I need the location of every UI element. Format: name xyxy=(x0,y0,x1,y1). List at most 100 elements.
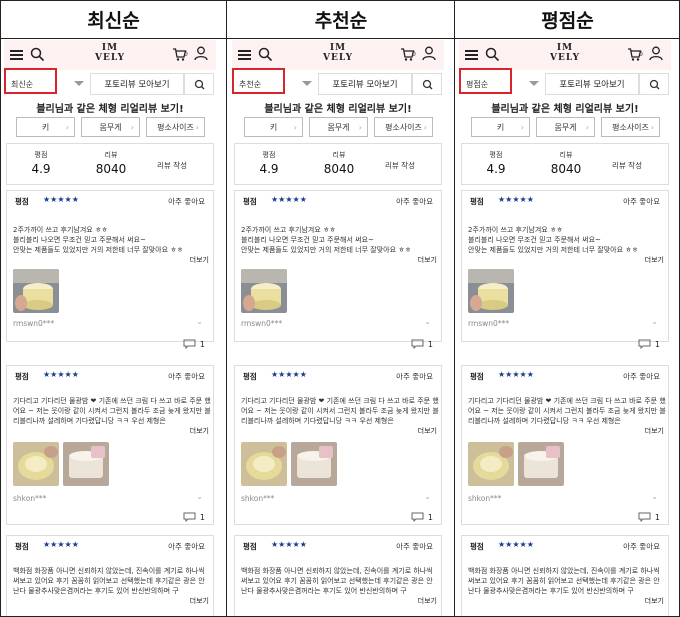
caret-down-icon[interactable] xyxy=(302,81,312,86)
filter-usual-size[interactable]: 평소사이즈 › xyxy=(601,117,660,137)
filter-weight[interactable]: 몸무게 › xyxy=(536,117,595,137)
review-photo[interactable] xyxy=(518,442,564,486)
user-icon[interactable] xyxy=(649,46,663,61)
read-more-link[interactable]: 더보기 xyxy=(190,426,209,436)
sort-row: 추천순 포토리뷰 모아보기 xyxy=(232,68,444,95)
chevron-down-icon[interactable]: ⌄ xyxy=(424,492,431,501)
body-type-banner: 블리님과 같은 체형 리얼리뷰 보기! xyxy=(264,104,412,115)
review-search-button[interactable] xyxy=(639,73,669,95)
cart-icon[interactable]: 0 xyxy=(400,47,416,62)
chevron-down-icon[interactable]: ⌄ xyxy=(424,317,431,326)
cream-jar-image xyxy=(518,442,564,486)
chevron-down-icon[interactable]: ⌄ xyxy=(651,492,658,501)
cart-icon[interactable]: 0 xyxy=(627,47,643,62)
comment-button[interactable]: 1 xyxy=(411,339,433,349)
caret-down-icon[interactable] xyxy=(74,81,84,86)
brand-logo[interactable]: IM VELY xyxy=(312,43,364,63)
read-more-link[interactable]: 더보기 xyxy=(190,596,209,606)
chevron-right-icon: › xyxy=(585,123,589,132)
user-icon[interactable] xyxy=(194,46,208,61)
brand-logo[interactable]: IM VELY xyxy=(539,43,591,63)
logo-top: IM xyxy=(101,43,119,53)
write-review-link[interactable]: 리뷰 작성 xyxy=(385,160,415,171)
photo-review-button[interactable]: 포토리뷰 모아보기 xyxy=(318,73,412,95)
read-more-link[interactable]: 더보기 xyxy=(418,255,437,265)
comment-button[interactable]: 1 xyxy=(183,339,205,349)
chevron-right-icon: › xyxy=(650,123,654,132)
body-filters: 키 › 몸무게 › 평소사이즈 › xyxy=(16,117,206,137)
chevron-down-icon[interactable]: ⌄ xyxy=(651,317,658,326)
chevron-down-icon[interactable]: ⌄ xyxy=(196,492,203,501)
read-more-link[interactable]: 더보기 xyxy=(645,596,664,606)
chevron-down-icon[interactable]: ⌄ xyxy=(196,317,203,326)
review-photo[interactable] xyxy=(291,442,337,486)
filter-usual-size[interactable]: 평소사이즈 › xyxy=(146,117,205,137)
review-author: rmswn0*** xyxy=(241,319,283,328)
search-icon[interactable] xyxy=(258,47,273,62)
cream-texture-image xyxy=(13,442,59,486)
filter-usual-size[interactable]: 평소사이즈 › xyxy=(374,117,433,137)
cart-icon[interactable]: 0 xyxy=(172,47,188,62)
photo-review-button[interactable]: 포토리뷰 모아보기 xyxy=(90,73,184,95)
review-photo[interactable] xyxy=(13,442,59,486)
read-more-link[interactable]: 더보기 xyxy=(645,255,664,265)
comment-icon xyxy=(411,339,424,349)
star-rating: ★★★★★ xyxy=(271,195,307,204)
brand-logo[interactable]: IM VELY xyxy=(84,43,136,63)
star-rating: ★★★★★ xyxy=(43,540,79,549)
rating-value: 4.9 xyxy=(486,162,506,176)
column-divider xyxy=(226,0,227,617)
review-photo[interactable] xyxy=(63,442,109,486)
read-more-link[interactable]: 더보기 xyxy=(645,426,664,436)
comment-button[interactable]: 1 xyxy=(411,512,433,522)
filter-weight[interactable]: 몸무게 › xyxy=(81,117,140,137)
search-icon[interactable] xyxy=(485,47,500,62)
photo-review-button[interactable]: 포토리뷰 모아보기 xyxy=(545,73,639,95)
star-rating: ★★★★★ xyxy=(43,370,79,379)
sort-row: 최신순 포토리뷰 모아보기 xyxy=(4,68,216,95)
comment-button[interactable]: 1 xyxy=(638,512,660,522)
search-icon[interactable] xyxy=(30,47,45,62)
filter-weight[interactable]: 몸무게 › xyxy=(309,117,368,137)
menu-icon[interactable] xyxy=(465,50,478,60)
body-filters: 키 › 몸무게 › 평소사이즈 › xyxy=(244,117,434,137)
review-text: 백화점 화장품 아니면 신뢰하지 않았는데, 진속이를 계기로 하나씩 써보고 … xyxy=(241,567,433,595)
cream-jar-image xyxy=(63,442,109,486)
review-photo[interactable] xyxy=(13,269,59,313)
cream-jar-image xyxy=(241,269,287,313)
rating-label: 평점 xyxy=(243,372,257,381)
review-card: 평점 ★★★★★ 아주 좋아요 기다리고 기다리던 물광밤 ❤ 기존에 쓰던 크… xyxy=(234,365,442,525)
caret-down-icon[interactable] xyxy=(529,81,539,86)
review-photo[interactable] xyxy=(468,269,514,313)
read-more-link[interactable]: 더보기 xyxy=(418,426,437,436)
column-title-recommended: 추천순 xyxy=(314,10,368,32)
filter-height[interactable]: 키 › xyxy=(471,117,530,137)
comment-button[interactable]: 1 xyxy=(183,512,205,522)
cream-jar-image xyxy=(291,442,337,486)
read-more-link[interactable]: 더보기 xyxy=(418,596,437,606)
rating-summary: 평점 4.9 xyxy=(255,150,283,176)
user-icon[interactable] xyxy=(422,46,436,61)
filter-height[interactable]: 키 › xyxy=(16,117,75,137)
review-search-button[interactable] xyxy=(412,73,442,95)
satisfaction-label: 아주 좋아요 xyxy=(168,197,205,206)
menu-icon[interactable] xyxy=(10,50,23,60)
review-photo[interactable] xyxy=(241,442,287,486)
menu-icon[interactable] xyxy=(238,50,251,60)
cart-count: 0 xyxy=(639,51,643,58)
rating-label: 평점 xyxy=(15,372,29,381)
review-photo[interactable] xyxy=(468,442,514,486)
cart-count: 0 xyxy=(184,51,188,58)
read-more-link[interactable]: 더보기 xyxy=(190,255,209,265)
review-author: shkon*** xyxy=(13,494,47,503)
write-review-link[interactable]: 리뷰 작성 xyxy=(612,160,642,171)
filter-height[interactable]: 키 › xyxy=(244,117,303,137)
review-photo[interactable] xyxy=(241,269,287,313)
comment-button[interactable]: 1 xyxy=(638,339,660,349)
app-top-bar: IM VELY 0 xyxy=(459,40,671,70)
cart-count: 0 xyxy=(412,51,416,58)
review-author: shkon*** xyxy=(241,494,275,503)
write-review-link[interactable]: 리뷰 작성 xyxy=(157,160,187,171)
review-search-button[interactable] xyxy=(184,73,214,95)
satisfaction-label: 아주 좋아요 xyxy=(168,372,205,381)
